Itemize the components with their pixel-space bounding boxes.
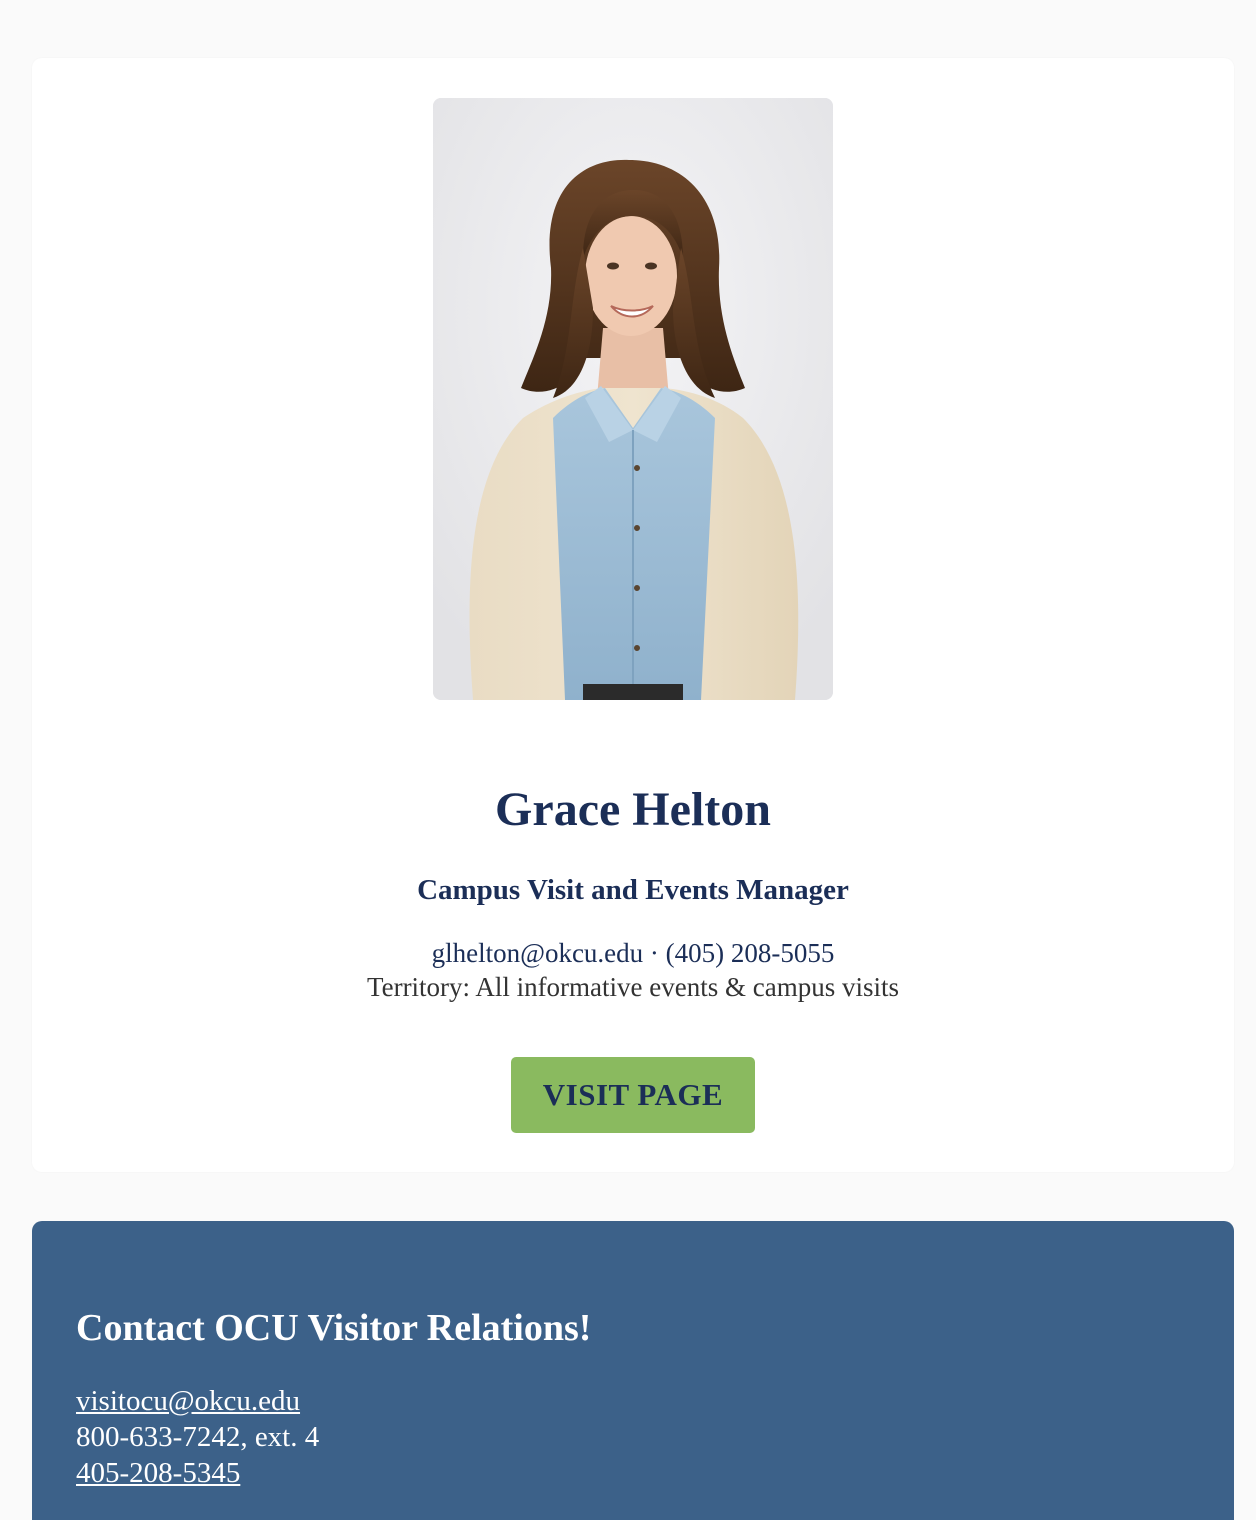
staff-name: Grace Helton — [495, 783, 771, 836]
visitor-email-link[interactable]: visitocu@okcu.edu — [76, 1385, 300, 1417]
staff-photo — [433, 98, 833, 700]
portrait-image — [433, 98, 833, 700]
panel-heading: Contact OCU Visitor Relations! — [76, 1307, 592, 1349]
visitor-phone-main: 800-633-7242, ext. 4 — [76, 1421, 320, 1453]
staff-phone-link[interactable]: (405) 208-5055 — [666, 938, 835, 968]
staff-email-link[interactable]: glhelton@okcu.edu — [432, 938, 644, 968]
visitor-phone-alt-link[interactable]: 405-208-5345 — [76, 1457, 240, 1489]
visitor-relations-panel: Contact OCU Visitor Relations! visitocu@… — [32, 1221, 1234, 1520]
visit-page-button[interactable]: VISIT PAGE — [511, 1057, 755, 1133]
staff-profile-card: Grace Helton Campus Visit and Events Man… — [32, 58, 1234, 1172]
panel-contact-lines: visitocu@okcu.edu 800-633-7242, ext. 4 4… — [76, 1383, 319, 1491]
staff-job-title: Campus Visit and Events Manager — [417, 874, 849, 906]
separator-dot: · — [649, 938, 659, 968]
staff-contact-line: glhelton@okcu.edu · (405) 208-5055 — [32, 936, 1234, 970]
page: Grace Helton Campus Visit and Events Man… — [0, 0, 1256, 1520]
staff-territory: Territory: All informative events & camp… — [366, 972, 899, 1002]
